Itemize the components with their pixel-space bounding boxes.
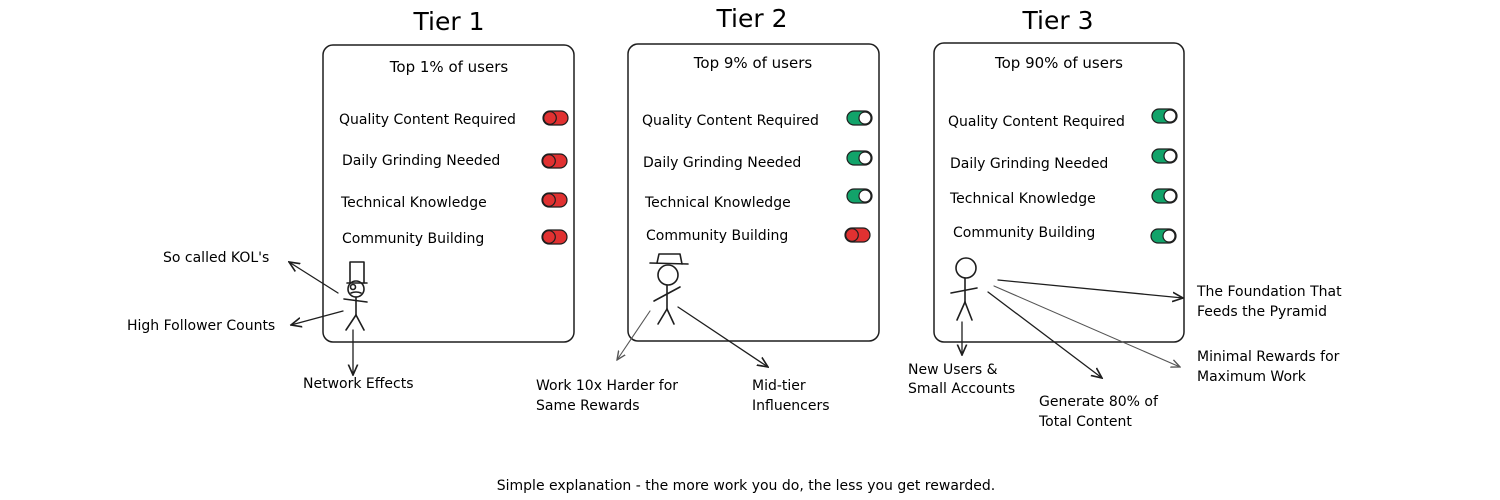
tier-3-feature-label: Quality Content Required <box>948 114 1125 130</box>
new-users-label-line1: New Users & <box>908 362 998 378</box>
tier-1: Tier 1 Top 1% of users Quality Content R… <box>322 7 575 343</box>
tier-2-card <box>627 43 880 342</box>
mid-tier-label-line2: Influencers <box>752 398 830 414</box>
followers-label: High Follower Counts <box>127 318 275 334</box>
tier-1-feature-label: Quality Content Required <box>339 112 516 128</box>
foundation-label-line1: The Foundation That <box>1196 284 1342 300</box>
tier-3: Tier 3 Top 90% of users Quality Content … <box>933 6 1185 343</box>
tier-2-title: Tier 2 <box>716 4 788 33</box>
tier-1-feature-label: Technical Knowledge <box>340 195 487 211</box>
tier-2-subtitle: Top 9% of users <box>693 54 813 72</box>
mid-tier-label-line1: Mid-tier <box>752 378 806 394</box>
tier-1-technical-toggle[interactable] <box>541 192 568 208</box>
tier-3-feature-label: Daily Grinding Needed <box>950 156 1108 172</box>
tier-3-feature-label: Technical Knowledge <box>949 191 1096 207</box>
generate-label-line2: Total Content <box>1038 414 1132 430</box>
work-harder-label-line2: Same Rewards <box>536 398 640 414</box>
tier-2-community-toggle[interactable] <box>844 227 871 243</box>
tier-2-feature-label: Technical Knowledge <box>644 195 791 211</box>
tier-2-feature-label: Daily Grinding Needed <box>643 155 801 171</box>
toggle-knob <box>542 154 556 168</box>
tier-3-title: Tier 3 <box>1022 6 1094 35</box>
footer-explanation: Simple explanation - the more work you d… <box>497 478 996 494</box>
tier-1-subtitle: Top 1% of users <box>389 58 509 76</box>
tier-2-feature-label: Community Building <box>646 228 788 244</box>
tier-1-title: Tier 1 <box>413 7 485 36</box>
toggle-knob <box>1163 189 1177 203</box>
tier-3-grinding-toggle[interactable] <box>1151 148 1178 164</box>
toggle-knob <box>1163 109 1177 123</box>
tier-1-community-toggle[interactable] <box>541 229 568 245</box>
tier-1-feature-label: Community Building <box>342 231 484 247</box>
tier-2: Tier 2 Top 9% of users Quality Content R… <box>627 4 880 342</box>
foundation-label-line2: Feeds the Pyramid <box>1197 304 1327 320</box>
toggle-knob <box>1162 229 1176 243</box>
toggle-knob <box>542 193 556 207</box>
toggle-knob <box>543 111 557 125</box>
toggle-knob <box>858 151 872 165</box>
tier-1-card <box>322 44 575 343</box>
tier-1-grinding-toggle[interactable] <box>541 153 568 169</box>
tier-diagram: Tier 1 Top 1% of users Quality Content R… <box>127 4 1342 494</box>
toggle-knob <box>858 189 872 203</box>
tier-2-feature-label: Quality Content Required <box>642 113 819 129</box>
tier-3-community-toggle[interactable] <box>1150 228 1177 244</box>
tier-3-quality-toggle[interactable] <box>1151 108 1178 124</box>
minimal-rewards-label-line2: Maximum Work <box>1197 369 1307 385</box>
tier-2-grinding-toggle[interactable] <box>846 150 873 166</box>
toggle-knob <box>1163 149 1177 163</box>
tier-3-feature-label: Community Building <box>953 225 1095 241</box>
network-label: Network Effects <box>303 376 414 392</box>
work-harder-label-line1: Work 10x Harder for <box>536 378 678 394</box>
new-users-label-line2: Small Accounts <box>908 381 1015 397</box>
tier-2-quality-toggle[interactable] <box>846 110 873 126</box>
toggle-knob <box>858 111 872 125</box>
tier-1-quality-toggle[interactable] <box>542 110 569 126</box>
toggle-knob <box>845 228 859 242</box>
tier-3-subtitle: Top 90% of users <box>994 54 1123 72</box>
kol-label: So called KOL's <box>163 250 269 266</box>
tier-2-technical-toggle[interactable] <box>846 188 873 204</box>
toggle-knob <box>542 230 556 244</box>
generate-label-line1: Generate 80% of <box>1039 394 1159 410</box>
tier-1-feature-label: Daily Grinding Needed <box>342 153 500 169</box>
tier-3-technical-toggle[interactable] <box>1151 188 1178 204</box>
minimal-rewards-label-line1: Minimal Rewards for <box>1197 349 1340 365</box>
